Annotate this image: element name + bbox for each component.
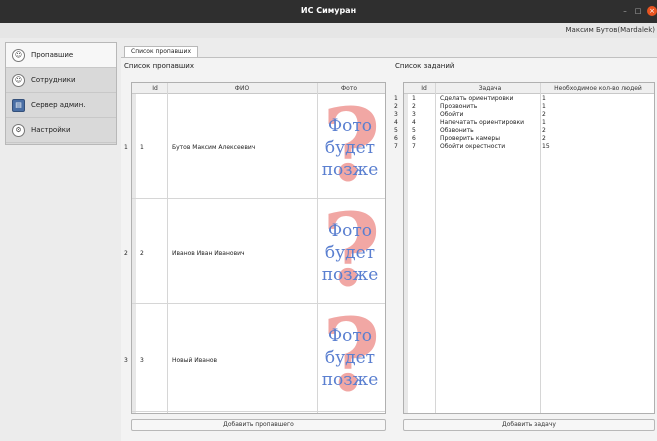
row-number: 5 [394,127,398,134]
row-people: 1 [542,119,546,126]
sidebar-item-missing[interactable]: ☺ Пропавшие [6,43,116,68]
row-id: 2 [140,250,144,257]
photo-placeholder: ? Фото будет позже [320,95,381,195]
row-number: 7 [394,143,398,150]
sidebar-item-label: Пропавшие [31,51,74,59]
photo-text: будет [324,138,376,158]
sidebar-item-settings[interactable]: ⚙ Настройки [6,118,116,143]
row-number: 4 [394,119,398,126]
row-name: Новый Иванов [172,357,218,364]
row-id: 3 [140,357,144,364]
gear-icon: ⚙ [12,123,25,137]
server-icon: ▤ [12,98,25,112]
user-bar: Максим Бутов(Mardalek) [0,23,657,38]
col-header-people: Необходимое кол-во людей [554,85,642,92]
title-bar: ИС Симуран – □ × [0,0,657,23]
sidebar: ☺ Пропавшие ☺ Сотрудники ▤ Сервер админ.… [5,42,117,145]
photo-text: позже [321,370,379,390]
row-people: 2 [542,127,546,134]
sidebar-item-label: Сервер админ. [31,101,86,109]
table-row[interactable]: 2 2 Прозвонить 1 [394,102,654,110]
window-title: ИС Симуран [300,6,357,15]
row-number: 3 [124,357,128,364]
row-id: 7 [412,143,416,150]
missing-table[interactable]: Id ФИО Фото 1 1 Бутов Максим Алексеевич … [124,82,386,414]
photo-text: Фото [328,221,372,241]
tasks-list-title: Список заданий [395,62,455,70]
table-row[interactable]: 1 1 Сделать ориентировки 1 [394,94,654,102]
row-id: 3 [412,111,416,118]
row-number: 1 [124,144,128,151]
table-row[interactable]: 2 2 Иванов Иван Иванович ? Фото будет по… [124,199,385,304]
sidebar-item-label: Настройки [31,126,71,134]
col-header-task: Задача [478,85,502,92]
photo-text: Фото [328,326,372,346]
tasks-table[interactable]: Id Задача Необходимое кол-во людей 1 1 Сде… [394,82,655,414]
row-task: Обойти [440,111,464,118]
table-row[interactable]: 3 3 Обойти 2 [394,110,654,118]
col-header-id: Id [421,85,427,92]
row-task: Обзвонить [440,127,474,134]
row-people: 15 [542,143,550,150]
row-number: 2 [394,103,398,110]
row-id: 1 [140,144,144,151]
row-task: Прозвонить [440,103,478,110]
add-task-button[interactable]: Добавить задачу [403,419,655,431]
photo-text: будет [324,348,376,368]
photo-placeholder: ? Фото будет позже [320,305,381,405]
table-row[interactable]: 4 4 Напечатать ориентировки 1 [394,118,654,126]
row-id: 5 [412,127,416,134]
person-icon: ☺ [12,73,25,87]
add-missing-button[interactable]: Добавить пропавшего [131,419,386,431]
row-id: 1 [412,95,416,102]
table-row[interactable]: 3 3 Новый Иванов ? Фото будет позже [124,304,385,412]
col-header-id: Id [152,85,158,92]
row-id: 2 [412,103,416,110]
row-number: 1 [394,95,398,102]
table-row[interactable]: 1 1 Бутов Максим Алексеевич ? Фото будет… [124,94,385,199]
maximize-icon[interactable]: □ [633,6,643,16]
row-people: 2 [542,135,546,142]
row-number: 2 [124,250,128,257]
sidebar-item-label: Сотрудники [31,76,76,84]
row-number: 6 [394,135,398,142]
person-icon: ☺ [12,48,25,62]
row-number: 3 [394,111,398,118]
photo-text: Фото [328,116,372,136]
table-row[interactable]: 5 5 Обзвонить 2 [394,126,654,134]
row-id: 6 [412,135,416,142]
row-task: Напечатать ориентировки [440,119,525,126]
close-icon[interactable]: × [647,6,657,16]
row-name: Иванов Иван Иванович [172,250,245,257]
row-task: Проверить камеры [440,135,500,142]
row-id: 4 [412,119,416,126]
sidebar-item-employees[interactable]: ☺ Сотрудники [6,68,116,93]
row-task: Обойти окрестности [440,143,506,150]
photo-text: будет [324,243,376,263]
table-row[interactable]: 7 7 Обойти окрестности 15 [394,142,654,150]
row-people: 2 [542,111,546,118]
row-task: Сделать ориентировки [440,95,514,102]
current-user: Максим Бутов(Mardalek) [565,26,655,34]
table-row[interactable]: 6 6 Проверить камеры 2 [394,134,654,142]
minimize-icon[interactable]: – [620,6,630,16]
photo-text: позже [321,265,379,285]
row-people: 1 [542,95,546,102]
row-people: 1 [542,103,546,110]
missing-list-title: Список пропавших [124,62,194,70]
row-name: Бутов Максим Алексеевич [172,144,256,151]
photo-placeholder: ? Фото будет позже [320,200,381,300]
tasks-table-header: Id Задача Необходимое кол-во людей [404,83,654,94]
col-header-name: ФИО [234,85,250,92]
photo-text: позже [321,160,379,180]
sidebar-item-server-admin[interactable]: ▤ Сервер админ. [6,93,116,118]
